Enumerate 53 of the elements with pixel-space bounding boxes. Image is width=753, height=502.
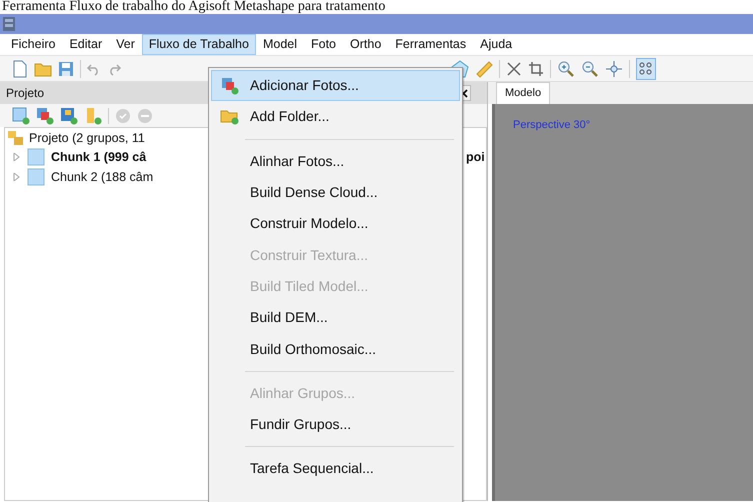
add-photos-icon[interactable] xyxy=(36,106,54,124)
menu-item[interactable]: Fluxo de Trabalho xyxy=(142,34,256,55)
close-icon[interactable] xyxy=(506,60,522,76)
expand-arrow-icon[interactable] xyxy=(13,153,21,161)
minus-circle-icon[interactable] xyxy=(137,108,153,124)
caption: Ferramenta Fluxo de trabalho do Agisoft Metashape para tratamento xyxy=(1,0,386,14)
tree-item-fragment: poi xyxy=(466,149,485,166)
undo-icon[interactable] xyxy=(87,62,101,76)
move-icon[interactable] xyxy=(605,60,623,78)
save-icon[interactable] xyxy=(58,60,74,76)
tree-item[interactable]: Chunk 2 (188 câm xyxy=(51,168,154,186)
redo-icon[interactable] xyxy=(107,62,121,76)
menu-item[interactable]: Model xyxy=(256,34,304,55)
project-icon xyxy=(7,130,25,146)
menu-option[interactable]: Adicionar Fotos... xyxy=(211,70,460,102)
add-chunk-icon[interactable] xyxy=(12,106,30,124)
menu-item[interactable]: Editar xyxy=(62,34,110,55)
menu-item[interactable]: Ajuda xyxy=(473,34,520,55)
tree-item[interactable]: Projeto (2 grupos, 11 xyxy=(29,128,145,148)
photos-icon xyxy=(221,76,239,95)
tree-item[interactable]: Chunk 1 (999 câ xyxy=(51,148,146,166)
add-markers-icon[interactable] xyxy=(60,106,78,124)
folder-icon[interactable] xyxy=(34,60,52,76)
app-icon xyxy=(2,16,16,32)
menu-option[interactable]: Tarefa Sequencial... xyxy=(211,453,460,485)
crop-icon[interactable] xyxy=(528,60,544,76)
check-circle-icon[interactable] xyxy=(115,108,131,124)
folder-icon xyxy=(220,108,240,125)
ruler-icon[interactable] xyxy=(475,60,493,78)
menu-option[interactable]: Build Orthomosaic... xyxy=(211,333,460,365)
menu-option[interactable]: Build Dense Cloud... xyxy=(211,176,460,208)
menu-option[interactable]: Alinhar Fotos... xyxy=(211,146,460,177)
menu-item[interactable]: Foto xyxy=(304,34,344,55)
menu-option[interactable]: Construir Modelo... xyxy=(211,208,460,240)
zoom-out-icon[interactable] xyxy=(581,60,599,78)
menu-item[interactable]: Ferramentas xyxy=(388,34,474,55)
grid-view-button[interactable] xyxy=(636,58,656,80)
panel-title: Projeto xyxy=(6,85,44,102)
new-document-icon[interactable] xyxy=(12,60,28,78)
zoom-in-icon[interactable] xyxy=(557,60,575,78)
grid-icon xyxy=(639,62,653,76)
menu-option[interactable]: Add Folder... xyxy=(211,101,460,133)
menu-option[interactable]: Fundir Grupos... xyxy=(211,408,460,440)
chunk-icon xyxy=(27,168,45,186)
chunk-icon xyxy=(27,148,45,166)
viewport-label: Perspective 30° xyxy=(513,119,590,131)
expand-arrow-icon[interactable] xyxy=(13,173,21,181)
view-tab[interactable]: Modelo xyxy=(496,82,550,104)
menu-option[interactable]: Build DEM... xyxy=(211,302,460,334)
add-scalebar-icon[interactable] xyxy=(84,106,102,124)
menu-item[interactable]: Ortho xyxy=(343,34,388,55)
menu-item[interactable]: Ver xyxy=(109,34,142,55)
menu-item[interactable]: Ficheiro xyxy=(4,34,62,55)
